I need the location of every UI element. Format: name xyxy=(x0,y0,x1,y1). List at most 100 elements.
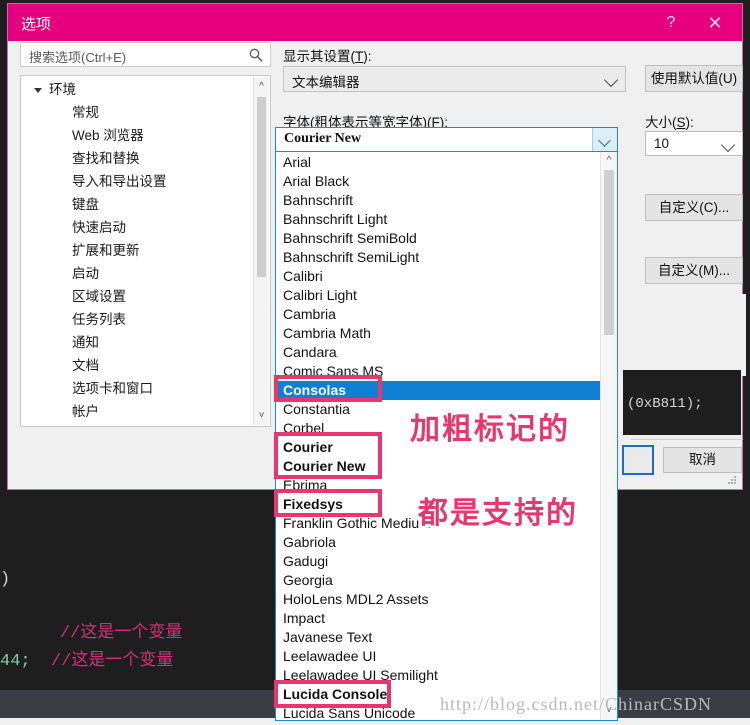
tree-item-label: 扩展和更新 xyxy=(72,243,140,258)
list-item[interactable]: Gadugi xyxy=(277,552,602,571)
show-settings-for-dropdown[interactable]: 文本编辑器 xyxy=(283,66,626,92)
sidebar-item-accounts[interactable]: 帐户 xyxy=(22,400,254,423)
size-field-label: 大小(S): xyxy=(645,115,694,130)
scroll-up-icon[interactable]: ^ xyxy=(254,79,269,94)
scroll-up-icon[interactable]: ^ xyxy=(601,153,617,169)
list-item[interactable]: Georgia xyxy=(277,571,602,590)
scroll-down-icon[interactable]: ˅ xyxy=(254,408,269,423)
search-icon xyxy=(249,48,263,62)
list-item[interactable]: Bahnschrift SemiBold xyxy=(277,229,602,248)
list-item[interactable]: Bahnschrift SemiLight xyxy=(277,248,602,267)
customize-c-button[interactable]: 自定义(C)... xyxy=(645,194,743,221)
resize-grip[interactable] xyxy=(728,476,738,486)
sidebar-item-autorecover[interactable]: 自动恢复 xyxy=(22,423,254,426)
close-icon[interactable]: ✕ xyxy=(702,12,728,34)
list-item[interactable]: Impact xyxy=(277,609,602,628)
chevron-down-icon xyxy=(603,72,619,88)
tree-scrollbar[interactable]: ^ ˅ xyxy=(253,77,269,425)
chevron-down-icon xyxy=(720,137,736,153)
sidebar-item-find-replace[interactable]: 查找和替换 xyxy=(22,147,254,170)
tree-item-label: 快速启动 xyxy=(72,220,126,235)
list-item[interactable]: Javanese Text xyxy=(277,628,602,647)
font-preview-text: (0xB811); xyxy=(627,396,703,412)
sidebar-item-keyboard[interactable]: 键盘 xyxy=(22,193,254,216)
list-item[interactable]: Cambria Math xyxy=(277,324,602,343)
show-settings-for-label: 显示其设置(T): xyxy=(283,49,372,64)
font-size-dropdown[interactable]: 10 xyxy=(645,131,743,156)
list-item[interactable]: Comic Sans MS xyxy=(277,362,602,381)
font-name-combobox[interactable]: Courier New xyxy=(275,127,618,152)
font-list-scrollbar[interactable]: ^ ˅ xyxy=(600,152,617,720)
tree-item-label: 自动恢复 xyxy=(72,423,126,426)
list-item[interactable]: Leelawadee UI xyxy=(277,647,602,666)
list-item[interactable]: Corbel xyxy=(277,419,602,438)
font-preview-sample: (0xB811); xyxy=(623,370,741,435)
scroll-down-icon[interactable]: ˅ xyxy=(601,703,617,719)
chevron-down-icon xyxy=(598,134,611,147)
tree-root-environment[interactable]: 环境 xyxy=(22,78,254,101)
search-input[interactable]: 搜索选项(Ctrl+E) xyxy=(20,42,271,67)
font-dropdown-button[interactable] xyxy=(592,128,617,151)
font-list-scroll-thumb[interactable] xyxy=(604,170,614,335)
list-item-fixedsys[interactable]: Fixedsys xyxy=(277,495,602,514)
screen-root: ) //这是一个变量 44; //这是一个变量 选项 ? ✕ 搜索选项(Ctrl… xyxy=(0,0,750,725)
tree-root-label: 环境 xyxy=(49,82,76,97)
help-icon[interactable]: ? xyxy=(658,12,684,34)
dialog-title: 选项 xyxy=(21,16,52,33)
list-item[interactable]: Franklin Gothic Medium xyxy=(277,514,602,533)
list-item-lucida-console[interactable]: Lucida Console xyxy=(277,685,602,704)
sidebar-item-locale[interactable]: 区域设置 xyxy=(22,285,254,308)
sidebar-item-extensions[interactable]: 扩展和更新 xyxy=(22,239,254,262)
dialog-title-bar: 选项 ? ✕ xyxy=(8,4,742,41)
search-placeholder: 搜索选项(Ctrl+E) xyxy=(29,50,127,65)
options-category-tree[interactable]: 环境 常规 Web 浏览器 查找和替换 导入和导出设置 键盘 快速启动 扩展和更… xyxy=(20,75,271,427)
list-item[interactable]: Cambria xyxy=(277,305,602,324)
list-item-courier[interactable]: Courier xyxy=(277,438,602,457)
sidebar-item-startup[interactable]: 启动 xyxy=(22,262,254,285)
sidebar-item-quick-launch[interactable]: 快速启动 xyxy=(22,216,254,239)
chevron-expanded-icon xyxy=(34,88,42,97)
tree-item-label: 区域设置 xyxy=(72,289,126,304)
list-item[interactable]: Calibri xyxy=(277,267,602,286)
list-item-consolas[interactable]: Consolas xyxy=(277,381,602,400)
list-item[interactable]: Gabriola xyxy=(277,533,602,552)
tree-item-label: 选项卡和窗口 xyxy=(72,381,153,396)
editor-code-line-2: 44; //这是一个变量 xyxy=(0,645,173,671)
list-item[interactable]: Lucida Sans Unicode xyxy=(277,704,602,720)
list-item[interactable]: Leelawadee UI Semilight xyxy=(277,666,602,685)
tree-item-label: 通知 xyxy=(72,335,99,350)
customize-m-button[interactable]: 自定义(M)... xyxy=(645,257,743,284)
font-name-dropdown-list[interactable]: Arial Arial Black Bahnschrift Bahnschrif… xyxy=(275,152,618,721)
list-item-courier-new[interactable]: Courier New xyxy=(277,457,602,476)
list-item[interactable]: Arial Black xyxy=(277,172,602,191)
sidebar-item-import-export[interactable]: 导入和导出设置 xyxy=(22,170,254,193)
list-item[interactable]: Arial xyxy=(277,153,602,172)
tree-item-label: 文档 xyxy=(72,358,99,373)
editor-comment-line-2: //这是一个变量 xyxy=(51,652,174,671)
sample-panel-background xyxy=(628,294,746,376)
use-defaults-label: 使用默认值(U) xyxy=(650,71,738,86)
ok-button[interactable] xyxy=(622,445,654,475)
tree-item-label: Web 浏览器 xyxy=(72,128,144,143)
list-item[interactable]: Bahnschrift xyxy=(277,191,602,210)
sidebar-item-documents[interactable]: 文档 xyxy=(22,354,254,377)
cancel-button[interactable]: 取消 xyxy=(663,447,742,473)
list-item[interactable]: Calibri Light xyxy=(277,286,602,305)
list-item[interactable]: HoloLens MDL2 Assets xyxy=(277,590,602,609)
sidebar-item-task-list[interactable]: 任务列表 xyxy=(22,308,254,331)
list-item[interactable]: Bahnschrift Light xyxy=(277,210,602,229)
sidebar-item-tabs-windows[interactable]: 选项卡和窗口 xyxy=(22,377,254,400)
use-defaults-button[interactable]: 使用默认值(U) xyxy=(645,65,743,92)
tree-scroll-thumb[interactable] xyxy=(257,97,266,277)
size-field-label-text: 大小 xyxy=(645,115,672,130)
list-item[interactable]: Ebrima xyxy=(277,476,602,495)
tree-item-label: 任务列表 xyxy=(72,312,126,327)
font-size-value: 10 xyxy=(654,136,670,151)
list-item[interactable]: Candara xyxy=(277,343,602,362)
tree-item-label: 常规 xyxy=(72,105,99,120)
list-item[interactable]: Constantia xyxy=(277,400,602,419)
tree-item-label: 查找和替换 xyxy=(72,151,140,166)
sidebar-item-notifications[interactable]: 通知 xyxy=(22,331,254,354)
sidebar-item-web-browser[interactable]: Web 浏览器 xyxy=(22,124,254,147)
sidebar-item-general[interactable]: 常规 xyxy=(22,101,254,124)
